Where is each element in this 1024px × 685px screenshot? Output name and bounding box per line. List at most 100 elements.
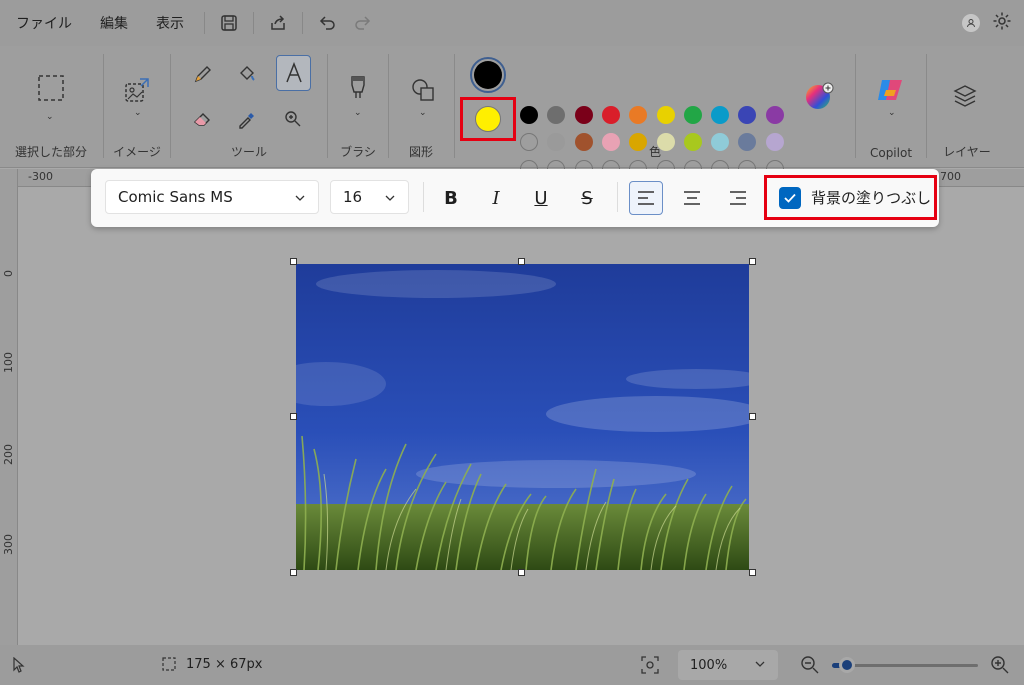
pointer-icon bbox=[12, 656, 26, 677]
chevron-down-icon[interactable]: ⌄ bbox=[888, 108, 896, 118]
layers-group: レイヤー bbox=[927, 46, 1007, 168]
resize-handle[interactable] bbox=[749, 569, 756, 576]
share-icon[interactable] bbox=[260, 5, 296, 41]
background-fill-toggle[interactable]: 背景の塗りつぶし bbox=[764, 175, 937, 220]
sky-grass-photo bbox=[296, 264, 749, 570]
zoom-in-icon[interactable] bbox=[990, 655, 1010, 679]
color-swatch[interactable] bbox=[574, 133, 593, 151]
shapes-group-label: 図形 bbox=[408, 145, 433, 159]
color-swatch[interactable] bbox=[656, 133, 675, 151]
color-swatch[interactable] bbox=[683, 133, 702, 151]
selection-group-label: 選択した部分 bbox=[14, 145, 87, 159]
zoom-select[interactable]: 100% bbox=[678, 650, 778, 680]
brush-icon[interactable] bbox=[342, 72, 374, 104]
pencil-icon[interactable] bbox=[187, 58, 219, 90]
color-swatch[interactable] bbox=[765, 106, 784, 124]
image-group: ⌄ イメージ bbox=[104, 46, 170, 168]
status-bar: 175 × 67px 100% bbox=[0, 645, 1024, 685]
eraser-icon[interactable] bbox=[187, 103, 219, 135]
shapes-icon[interactable] bbox=[407, 74, 439, 106]
color-swatch[interactable] bbox=[601, 133, 620, 151]
color-swatch[interactable] bbox=[711, 106, 730, 124]
undo-icon[interactable] bbox=[309, 5, 345, 41]
font-family-select[interactable]: Comic Sans MS bbox=[105, 180, 319, 214]
align-right-button[interactable] bbox=[721, 181, 755, 215]
canvas-image[interactable] bbox=[296, 264, 749, 570]
color-swatch[interactable] bbox=[683, 106, 702, 124]
italic-button[interactable]: I bbox=[479, 181, 513, 215]
color-swatch[interactable] bbox=[601, 106, 620, 124]
fill-bucket-icon[interactable] bbox=[231, 58, 263, 90]
tools-group-label: ツール bbox=[230, 145, 267, 159]
font-size-select[interactable]: 16 bbox=[330, 180, 409, 214]
chevron-down-icon bbox=[294, 190, 306, 208]
zoom-slider-thumb[interactable] bbox=[838, 657, 855, 673]
settings-gear-icon[interactable] bbox=[992, 11, 1012, 35]
magnifier-icon[interactable] bbox=[277, 103, 309, 135]
fit-to-window-icon[interactable] bbox=[641, 656, 659, 678]
shapes-group: ⌄ 図形 bbox=[389, 46, 453, 168]
font-family-value: Comic Sans MS bbox=[118, 188, 233, 206]
menu-view[interactable]: 表示 bbox=[142, 0, 198, 46]
resize-handle[interactable] bbox=[290, 413, 297, 420]
menu-file[interactable]: ファイル bbox=[0, 0, 86, 46]
secondary-color-swatch[interactable] bbox=[460, 97, 516, 141]
resize-handle[interactable] bbox=[518, 569, 525, 576]
redo-icon[interactable] bbox=[345, 5, 381, 41]
edit-colors-icon[interactable] bbox=[802, 79, 836, 113]
resize-handle[interactable] bbox=[290, 258, 297, 265]
background-fill-label: 背景の塗りつぶし bbox=[811, 189, 932, 207]
color-swatch[interactable] bbox=[520, 106, 538, 124]
font-size-value: 16 bbox=[343, 188, 363, 206]
layers-icon[interactable] bbox=[949, 80, 981, 112]
chevron-down-icon bbox=[754, 658, 766, 674]
align-center-button[interactable] bbox=[675, 181, 709, 215]
selection-size-icon bbox=[162, 657, 176, 675]
resize-handle[interactable] bbox=[518, 258, 525, 265]
copilot-group: ⌄ Copilot bbox=[856, 46, 926, 168]
chevron-down-icon[interactable]: ⌄ bbox=[419, 108, 427, 118]
ruler-label: -300 bbox=[28, 170, 53, 183]
brush-group: ⌄ ブラシ bbox=[328, 46, 388, 168]
resize-handle[interactable] bbox=[290, 569, 297, 576]
color-swatch[interactable] bbox=[765, 133, 784, 151]
color-picker-icon[interactable] bbox=[231, 103, 263, 135]
background-fill-checkbox[interactable] bbox=[779, 186, 801, 209]
ruler-label: 200 bbox=[2, 444, 15, 465]
selection-group: ⌄ 選択した部分 bbox=[0, 46, 102, 168]
align-left-button[interactable] bbox=[629, 181, 663, 215]
chevron-down-icon[interactable]: ⌄ bbox=[134, 108, 142, 118]
color-swatch[interactable] bbox=[520, 133, 538, 151]
ruler-label: 700 bbox=[940, 170, 961, 183]
copilot-icon[interactable] bbox=[875, 74, 907, 106]
chevron-down-icon[interactable]: ⌄ bbox=[354, 108, 362, 118]
ribbon: ⌄ 選択した部分 ⌄ イメージ ツール ⌄ ブラシ ⌄ 図形 色 ⌄ Copil… bbox=[0, 46, 1024, 178]
text-tool-icon[interactable] bbox=[276, 55, 311, 91]
toolbar-divider bbox=[617, 182, 618, 212]
menu-edit[interactable]: 編集 bbox=[86, 0, 142, 46]
strikethrough-button[interactable]: S bbox=[570, 181, 604, 215]
color-swatch[interactable] bbox=[656, 106, 675, 124]
selection-size-text: 175 × 67px bbox=[186, 657, 263, 672]
menu-divider bbox=[204, 12, 205, 34]
resize-handle[interactable] bbox=[749, 413, 756, 420]
account-icon[interactable] bbox=[962, 14, 980, 32]
color-swatch[interactable] bbox=[574, 106, 593, 124]
align-right-icon bbox=[730, 191, 746, 205]
brush-group-label: ブラシ bbox=[340, 145, 376, 159]
rect-select-icon[interactable] bbox=[35, 72, 67, 104]
save-icon[interactable] bbox=[211, 5, 247, 41]
ruler-label: 0 bbox=[2, 270, 15, 277]
underline-button[interactable]: U bbox=[524, 181, 558, 215]
primary-color-swatch[interactable] bbox=[470, 57, 506, 93]
text-format-toolbar: Comic Sans MS 16 B I U S 背景の塗りつぶし bbox=[91, 169, 939, 227]
zoom-out-icon[interactable] bbox=[800, 655, 820, 679]
menu-divider bbox=[253, 12, 254, 34]
resize-handle[interactable] bbox=[749, 258, 756, 265]
bold-button[interactable]: B bbox=[434, 181, 468, 215]
image-resize-icon[interactable] bbox=[121, 74, 153, 106]
ruler-label: 300 bbox=[2, 534, 15, 555]
menu-divider bbox=[302, 12, 303, 34]
color-swatch[interactable] bbox=[711, 133, 730, 151]
chevron-down-icon[interactable]: ⌄ bbox=[46, 112, 54, 122]
